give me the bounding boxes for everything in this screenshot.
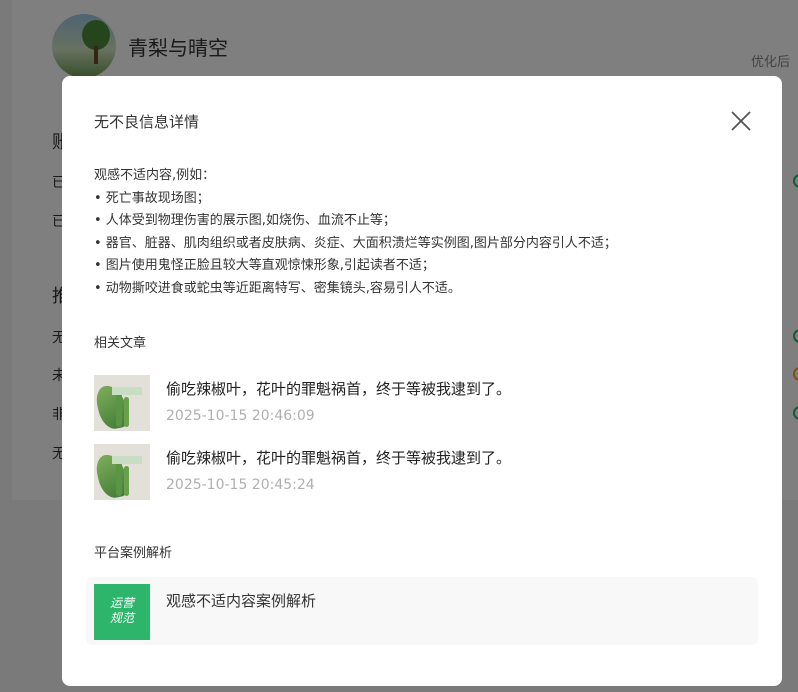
related-articles-label: 相关文章 xyxy=(94,336,147,351)
logo-text-line: 规范 xyxy=(109,611,134,625)
description-intro: 观感不适内容,例如： xyxy=(94,168,216,183)
description-item: • 人体受到物理伤害的展示图,如烧伤、血流不止等； xyxy=(94,213,396,229)
close-button[interactable] xyxy=(728,108,754,134)
related-article-item[interactable]: 偷吃辣椒叶，花叶的罪魁祸首，终于等被我逮到了。 2025-10-15 20:46… xyxy=(94,375,754,431)
case-title[interactable]: 观感不适内容案例解析 xyxy=(166,590,316,611)
description-item: • 动物撕咬进食或蛇虫等近距离特写、密集镜头,容易引人不适。 xyxy=(94,280,461,296)
article-time: 2025-10-15 20:45:24 xyxy=(166,477,315,493)
article-time: 2025-10-15 20:46:09 xyxy=(166,408,315,424)
article-thumbnail xyxy=(94,444,150,500)
description-item: • 死亡事故现场图； xyxy=(94,190,210,206)
description: 观感不适内容,例如： • 死亡事故现场图； • 人体受到物理伤害的展示图,如烧伤… xyxy=(94,165,754,301)
related-article-item[interactable]: 偷吃辣椒叶，花叶的罪魁祸首，终于等被我逮到了。 2025-10-15 20:45… xyxy=(94,444,754,500)
close-icon xyxy=(731,111,751,131)
article-thumbnail xyxy=(94,375,150,431)
article-title[interactable]: 偷吃辣椒叶，花叶的罪魁祸首，终于等被我逮到了。 xyxy=(166,378,511,399)
operation-rules-logo: 运营 规范 xyxy=(94,584,150,640)
logo-text-line: 运营 xyxy=(109,596,134,610)
case-analysis-card[interactable]: 运营 规范 观感不适内容案例解析 xyxy=(86,577,758,645)
description-item: • 器官、脏器、肌肉组织或者皮肤病、炎症、大面积溃烂等实例图,图片部分内容引人不… xyxy=(94,235,617,251)
detail-modal: 无不良信息详情 观感不适内容,例如： • 死亡事故现场图； • 人体受到物理伤害… xyxy=(62,76,782,686)
description-item: • 图片使用鬼怪正脸且较大等直观惊悚形象,引起读者不适； xyxy=(94,258,435,274)
article-title[interactable]: 偷吃辣椒叶，花叶的罪魁祸首，终于等被我逮到了。 xyxy=(166,447,511,468)
modal-title: 无不良信息详情 xyxy=(94,113,200,131)
case-analysis-label: 平台案例解析 xyxy=(94,546,173,561)
